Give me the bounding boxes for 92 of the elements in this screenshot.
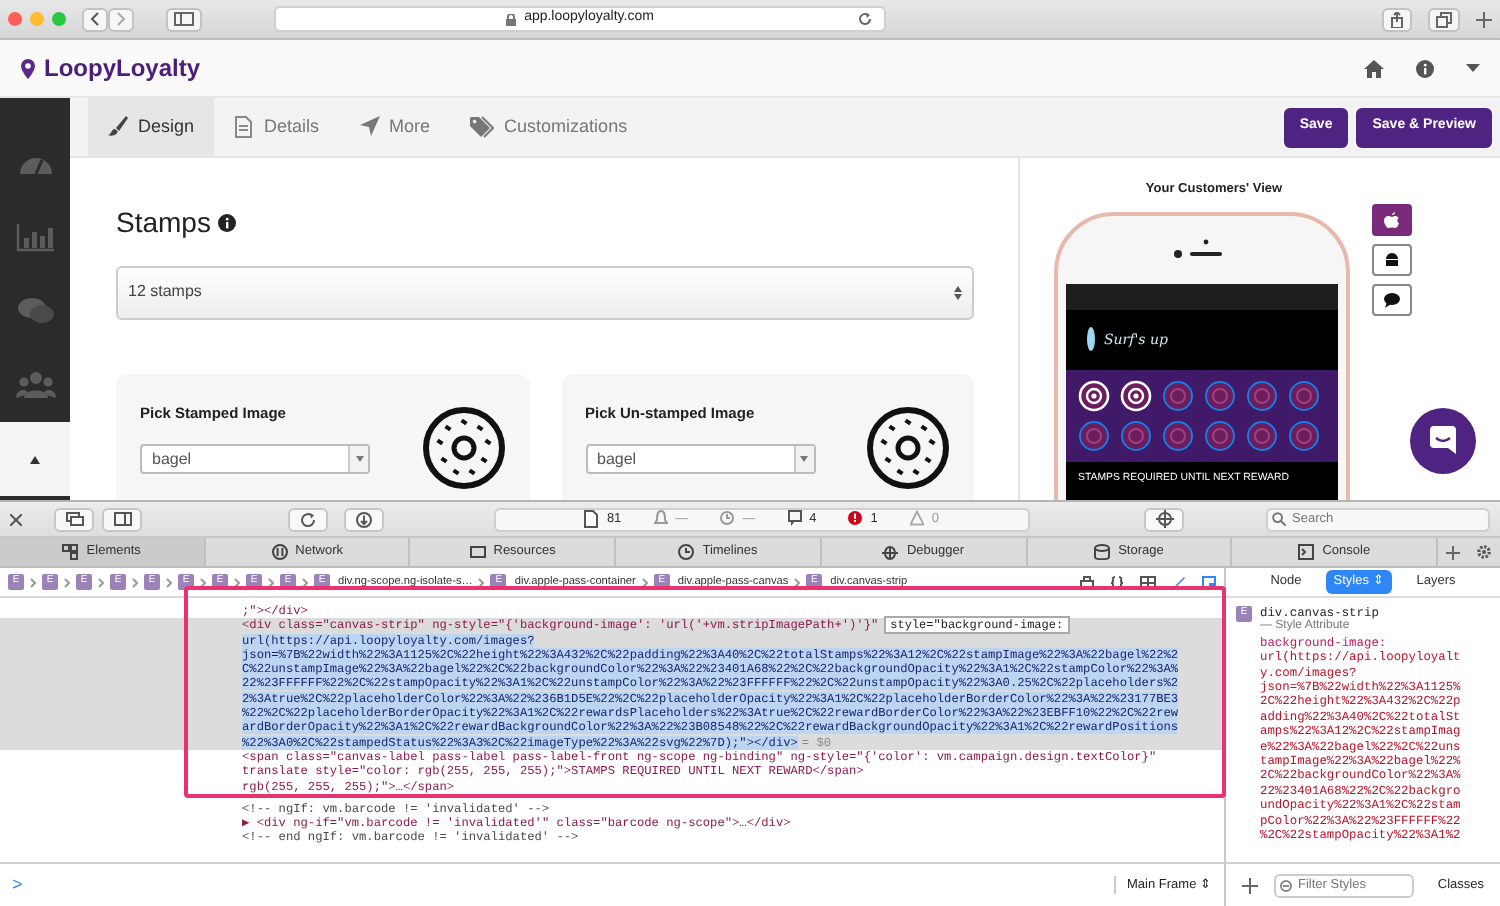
donut-icon [421,405,505,490]
updown-caret-icon [954,285,962,300]
warning-icon [909,510,924,528]
sidebar-toggle-button[interactable] [166,7,202,31]
chevron-right-icon [64,577,70,587]
pencil-icon[interactable] [1172,575,1186,589]
chevron-right-icon [98,577,104,587]
chevron-right-icon [302,577,308,587]
chat-bubbles-icon [15,296,55,326]
chevron-right-icon [478,577,485,587]
settings-icon[interactable] [1476,544,1493,560]
tab[interactable]: Customizations [450,97,648,157]
windows-icon [65,512,83,526]
search-icon [1272,512,1286,526]
sidebar-icon [174,12,194,26]
chevron-right-icon [166,577,172,587]
info-icon[interactable] [1416,59,1434,77]
back-button[interactable] [82,7,108,31]
reload-icon [300,511,316,527]
platform-button[interactable] [1372,243,1412,276]
image-select[interactable]: bagel [140,444,370,475]
chevron-right-icon [641,577,648,587]
dock-side-button[interactable] [102,507,142,531]
info-icon[interactable] [218,213,237,232]
console-icon [1298,544,1315,560]
image-select[interactable]: bagel [585,444,815,475]
chevron-right-icon [234,577,240,587]
split-panel-icon [113,512,131,526]
filter-icon [1280,879,1292,891]
close-icon[interactable] [10,513,22,525]
section-heading: Stamps [116,206,211,240]
reload-icon[interactable] [858,12,872,26]
plus-icon[interactable] [1242,877,1258,893]
tabs-icon [1436,11,1452,27]
tabs-button[interactable] [1428,7,1460,31]
plus-icon[interactable] [1446,545,1461,559]
chevron-right-icon [30,577,36,587]
network-icon [271,544,288,560]
chat-window-icon [1428,426,1458,456]
brush-icon [108,116,128,138]
download-icon [356,511,372,527]
console-prompt[interactable]: > [12,871,23,899]
crosshair-icon [1155,510,1173,528]
tab[interactable]: More [339,97,451,157]
lock-icon [506,13,517,25]
home-icon[interactable] [1364,59,1384,77]
bar-chart-icon [15,222,55,252]
chevron-right-icon [116,12,126,26]
clock-icon [720,510,735,528]
tab[interactable]: Details [214,97,340,157]
caret-up-icon [30,455,40,463]
location-arrow-icon [359,116,380,138]
people-icon [15,370,55,400]
share-icon [1390,11,1404,27]
tab[interactable]: Design [88,97,215,157]
chevron-right-icon [794,577,801,587]
chat-launcher-button[interactable] [1410,408,1476,474]
inspect-button[interactable] [1144,507,1184,531]
platform-button[interactable] [1372,283,1412,316]
reload-button[interactable] [288,507,328,531]
caret-down-icon[interactable] [1466,64,1480,72]
platform-button[interactable] [1372,203,1412,236]
caret-down-icon [800,456,808,463]
bell-icon [653,510,668,528]
share-button[interactable] [1382,7,1412,31]
map-pin-icon [20,57,36,79]
grid-icon[interactable] [1140,575,1156,589]
braces-icon[interactable] [1110,575,1124,589]
speech-bubble-icon [1384,291,1400,308]
chevron-left-icon [90,12,100,26]
message-icon [787,510,802,528]
brand-logo[interactable]: LoopyLoyalty [44,50,201,86]
surfboard-icon [1086,326,1096,353]
stamp-count-select[interactable]: 12 stamps [116,265,974,320]
plus-icon[interactable] [1476,11,1492,27]
elements-icon [62,544,79,560]
tags-icon [470,116,495,138]
resources-icon [469,544,486,560]
storage-icon [1094,544,1111,560]
undock-button[interactable] [54,507,94,531]
panel-icon[interactable] [1202,575,1216,589]
caret-down-icon [355,456,363,463]
timelines-icon [678,544,695,560]
chevron-right-icon [200,577,206,587]
apple-icon [1384,211,1400,228]
chevron-right-icon [132,577,138,587]
download-button[interactable] [344,507,384,531]
donut-icon [866,405,950,490]
print-icon[interactable] [1080,575,1094,589]
chevron-right-icon [268,577,274,587]
document-icon [234,116,255,138]
debugger-icon [882,544,899,560]
